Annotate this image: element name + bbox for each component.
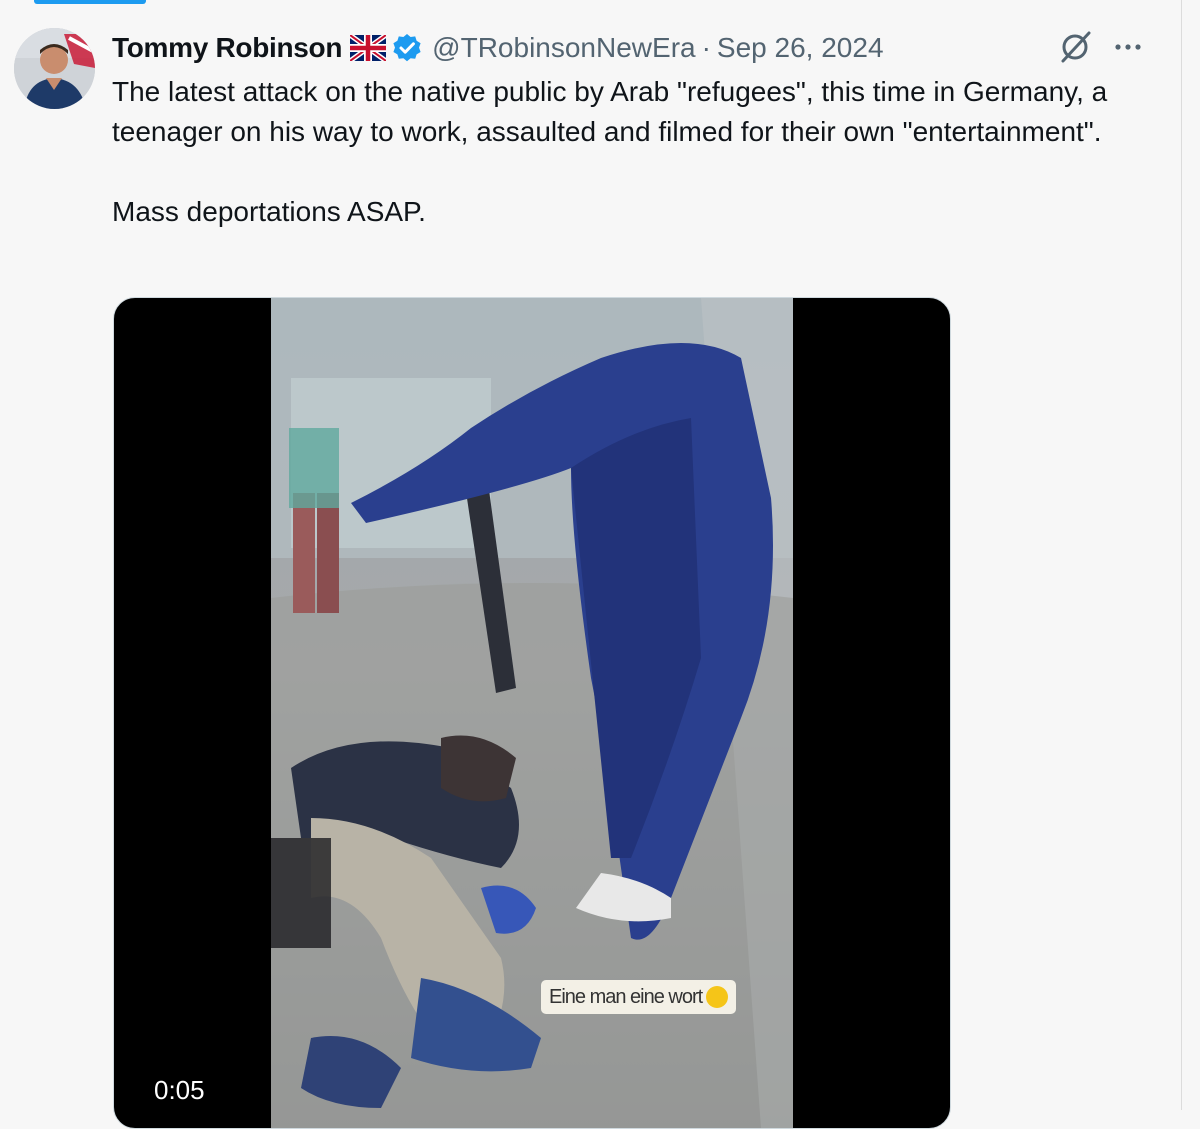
video-caption-sticker: Eine man eine wort [541, 980, 736, 1014]
verified-badge-icon[interactable] [392, 33, 422, 63]
tweet[interactable]: Tommy Robinson @TRobinsonNewEra · Sep 26… [0, 0, 1182, 1110]
tweet-header: Tommy Robinson @TRobinsonNewEra · Sep 26… [112, 30, 884, 66]
header-separator: · [702, 32, 711, 64]
tweet-text-paragraph: Mass deportations ASAP. [112, 192, 1162, 232]
tweet-date[interactable]: Sep 26, 2024 [717, 32, 884, 64]
tweet-text: The latest attack on the native public b… [112, 72, 1162, 232]
laughing-emoji-icon [706, 986, 728, 1008]
uk-flag-icon [350, 35, 386, 61]
video-player[interactable]: Eine man eine wort 0:05 [113, 297, 951, 1129]
more-icon[interactable] [1112, 32, 1144, 62]
tweet-text-paragraph: The latest attack on the native public b… [112, 72, 1162, 152]
video-sticker-text: Eine man eine wort [549, 986, 702, 1009]
avatar[interactable] [14, 28, 95, 109]
author-handle[interactable]: @TRobinsonNewEra [432, 32, 695, 64]
author-name[interactable]: Tommy Robinson [112, 32, 342, 64]
grok-icon[interactable] [1058, 30, 1092, 64]
video-duration-badge: 0:05 [144, 1070, 215, 1110]
